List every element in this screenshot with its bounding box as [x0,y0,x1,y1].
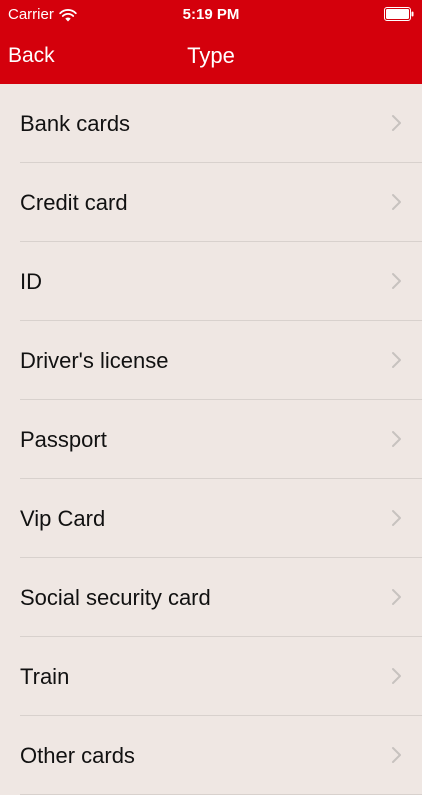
list-item-credit-card[interactable]: Credit card [0,163,422,242]
header: Carrier 5:19 PM Back Type [0,0,422,84]
list-item-bank-cards[interactable]: Bank cards [0,84,422,163]
list-item-label: Social security card [20,585,211,610]
status-bar: Carrier 5:19 PM [0,0,422,30]
list-item-label: Passport [20,427,107,452]
list-item-social-security-card[interactable]: Social security card [0,558,422,637]
list-item-label: Bank cards [20,111,131,136]
chevron-right-icon [392,115,401,131]
list-item-label: Other cards [20,743,135,768]
page-title: Type [187,43,235,68]
chevron-right-icon [392,194,401,210]
list-item-passport[interactable]: Passport [0,400,422,479]
list-item-label: Train [20,664,70,689]
list-item-id[interactable]: ID [0,242,422,321]
list-item-label: Credit card [20,190,128,215]
chevron-right-icon [392,589,401,605]
list-item-label: Driver's license [20,348,169,373]
chevron-right-icon [392,747,401,763]
chevron-right-icon [392,352,401,368]
type-list: Bank cards Credit card ID Driver's licen… [0,84,422,795]
chevron-right-icon [392,273,401,289]
list-item-other-cards[interactable]: Other cards [0,716,422,795]
list-item-vip-card[interactable]: Vip Card [0,479,422,558]
chevron-right-icon [392,431,401,447]
chevron-right-icon [392,668,401,684]
list-item-label: Vip Card [20,506,106,531]
list-item-label: ID [20,269,42,294]
status-time: 5:19 PM [182,6,240,23]
list-item-train[interactable]: Train [0,637,422,716]
navigation-bar: Back Type [0,30,422,84]
battery-icon [384,7,414,21]
list-item-drivers-license[interactable]: Driver's license [0,321,422,400]
chevron-right-icon [392,510,401,526]
